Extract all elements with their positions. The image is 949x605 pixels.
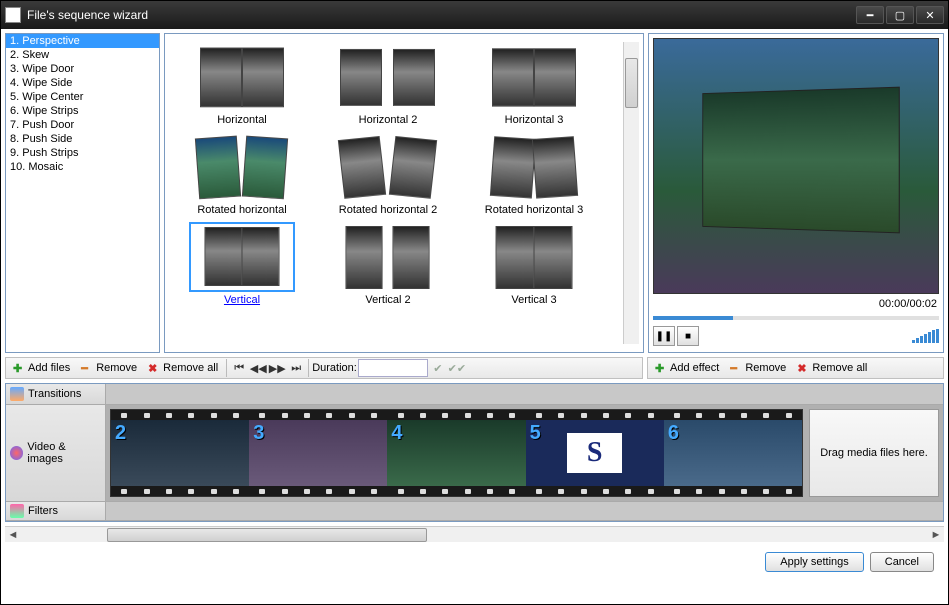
effect-category-item[interactable]: 8. Push Side <box>6 132 159 146</box>
first-button[interactable]: ⏮ <box>230 360 248 376</box>
effect-category-item[interactable]: 3. Wipe Door <box>6 62 159 76</box>
remove-all-files-button[interactable]: ✖Remove all <box>143 359 223 377</box>
duration-label: Duration: <box>312 362 357 374</box>
scrollbar-handle[interactable] <box>107 528 427 542</box>
transition-thumb[interactable]: Horizontal 3 <box>464 42 604 126</box>
add-effect-button[interactable]: ✚Add effect <box>650 359 724 377</box>
separator <box>226 359 227 377</box>
duration-apply-button[interactable]: ✔ <box>429 360 447 376</box>
thumb-label: Vertical 3 <box>511 294 556 306</box>
plus-icon: ✚ <box>655 362 667 374</box>
video-track-label: Video & images <box>6 405 106 501</box>
apply-button[interactable]: Apply settings <box>765 552 863 572</box>
timeline-scrollbar[interactable]: ◄ ► <box>5 526 944 542</box>
transition-thumb[interactable]: Horizontal 2 <box>318 42 458 126</box>
film-frame[interactable]: 4 <box>387 410 525 496</box>
remove-effect-button[interactable]: ━Remove <box>725 359 791 377</box>
prev-button[interactable]: ◀◀ <box>249 360 267 376</box>
video-track[interactable]: 2 3 4 <box>106 405 943 501</box>
filters-track-label: Filters <box>6 502 106 520</box>
thumb-label: Rotated horizontal <box>197 204 286 216</box>
film-frame[interactable]: 5S <box>526 410 664 496</box>
scroll-left-button[interactable]: ◄ <box>5 528 21 542</box>
preview-panel: 00:00/00:02 ❚❚ ■ <box>648 33 944 353</box>
filmstrip[interactable]: 2 3 4 <box>110 409 803 497</box>
transition-thumb[interactable]: Rotated horizontal <box>172 132 312 216</box>
transition-thumbnails-panel: Horizontal Horizontal 2 Horizontal 3 Rot… <box>164 33 644 353</box>
minimize-button[interactable]: ━ <box>856 6 884 24</box>
preview-time: 00:00/00:02 <box>653 296 939 312</box>
video-icon <box>10 446 23 460</box>
wizard-window: File's sequence wizard ━ ▢ ✕ 1. Perspect… <box>0 0 949 605</box>
effects-toolbar: ✚Add effect ━Remove ✖Remove all <box>647 357 944 379</box>
transition-thumb[interactable]: Vertical 2 <box>318 222 458 306</box>
film-frame[interactable]: 3 <box>249 410 387 496</box>
dialog-buttons: Apply settings Cancel <box>5 546 944 578</box>
transitions-track-label: Transitions <box>6 384 106 404</box>
thumb-label: Horizontal 2 <box>359 114 418 126</box>
transition-thumb[interactable]: Vertical 3 <box>464 222 604 306</box>
stop-button[interactable]: ■ <box>677 326 699 346</box>
transition-thumb[interactable]: Rotated horizontal 2 <box>318 132 458 216</box>
thumbnails-scrollbar[interactable] <box>623 42 639 344</box>
plus-icon: ✚ <box>13 362 25 374</box>
separator <box>308 359 309 377</box>
transition-thumb[interactable]: Vertical <box>172 222 312 306</box>
transition-thumb[interactable]: Rotated horizontal 3 <box>464 132 604 216</box>
x-icon: ✖ <box>148 362 160 374</box>
scrollbar-handle[interactable] <box>625 58 638 108</box>
thumb-label: Vertical <box>224 294 260 306</box>
remove-file-button[interactable]: ━Remove <box>76 359 142 377</box>
thumb-label: Rotated horizontal 3 <box>485 204 583 216</box>
files-toolbar: ✚Add files ━Remove ✖Remove all ⏮ ◀◀ ▶▶ ⏭… <box>5 357 643 379</box>
volume-indicator[interactable] <box>912 329 939 343</box>
drop-zone[interactable]: Drag media files here. <box>809 409 939 497</box>
maximize-button[interactable]: ▢ <box>886 6 914 24</box>
effect-category-item[interactable]: 1. Perspective <box>6 34 159 48</box>
pause-button[interactable]: ❚❚ <box>653 326 675 346</box>
filters-track[interactable] <box>106 502 943 520</box>
filters-icon <box>10 504 24 518</box>
film-frame[interactable]: 2 <box>111 410 249 496</box>
effect-category-item[interactable]: 4. Wipe Side <box>6 76 159 90</box>
window-title: File's sequence wizard <box>27 8 856 22</box>
remove-all-effects-button[interactable]: ✖Remove all <box>792 359 872 377</box>
close-button[interactable]: ✕ <box>916 6 944 24</box>
app-icon <box>5 7 21 23</box>
minus-icon: ━ <box>730 362 742 374</box>
x-icon: ✖ <box>797 362 809 374</box>
preview-progress[interactable] <box>653 316 939 320</box>
duration-input[interactable] <box>358 359 428 377</box>
effect-category-item[interactable]: 10. Mosaic <box>6 160 159 174</box>
minus-icon: ━ <box>81 362 93 374</box>
titlebar: File's sequence wizard ━ ▢ ✕ <box>1 1 948 29</box>
preview-progress-fill <box>653 316 733 320</box>
timeline: Transitions Video & images 2 3 <box>5 383 944 522</box>
duration-apply-all-button[interactable]: ✔✔ <box>448 360 466 376</box>
thumb-label: Horizontal 3 <box>505 114 564 126</box>
effect-category-list[interactable]: 1. Perspective 2. Skew 3. Wipe Door 4. W… <box>5 33 160 353</box>
film-frame[interactable]: 6 <box>664 410 802 496</box>
next-button[interactable]: ▶▶ <box>268 360 286 376</box>
thumb-label: Rotated horizontal 2 <box>339 204 437 216</box>
effect-category-item[interactable]: 2. Skew <box>6 48 159 62</box>
thumb-label: Horizontal <box>217 114 267 126</box>
effect-category-item[interactable]: 6. Wipe Strips <box>6 104 159 118</box>
cancel-button[interactable]: Cancel <box>870 552 934 572</box>
last-button[interactable]: ⏭ <box>287 360 305 376</box>
preview-video <box>653 38 939 294</box>
add-files-button[interactable]: ✚Add files <box>8 359 75 377</box>
scroll-right-button[interactable]: ► <box>928 528 944 542</box>
transitions-icon <box>10 387 24 401</box>
effect-category-item[interactable]: 7. Push Door <box>6 118 159 132</box>
thumb-label: Vertical 2 <box>365 294 410 306</box>
transition-thumb[interactable]: Horizontal <box>172 42 312 126</box>
effect-category-item[interactable]: 5. Wipe Center <box>6 90 159 104</box>
transitions-track[interactable] <box>106 384 943 404</box>
effect-category-item[interactable]: 9. Push Strips <box>6 146 159 160</box>
